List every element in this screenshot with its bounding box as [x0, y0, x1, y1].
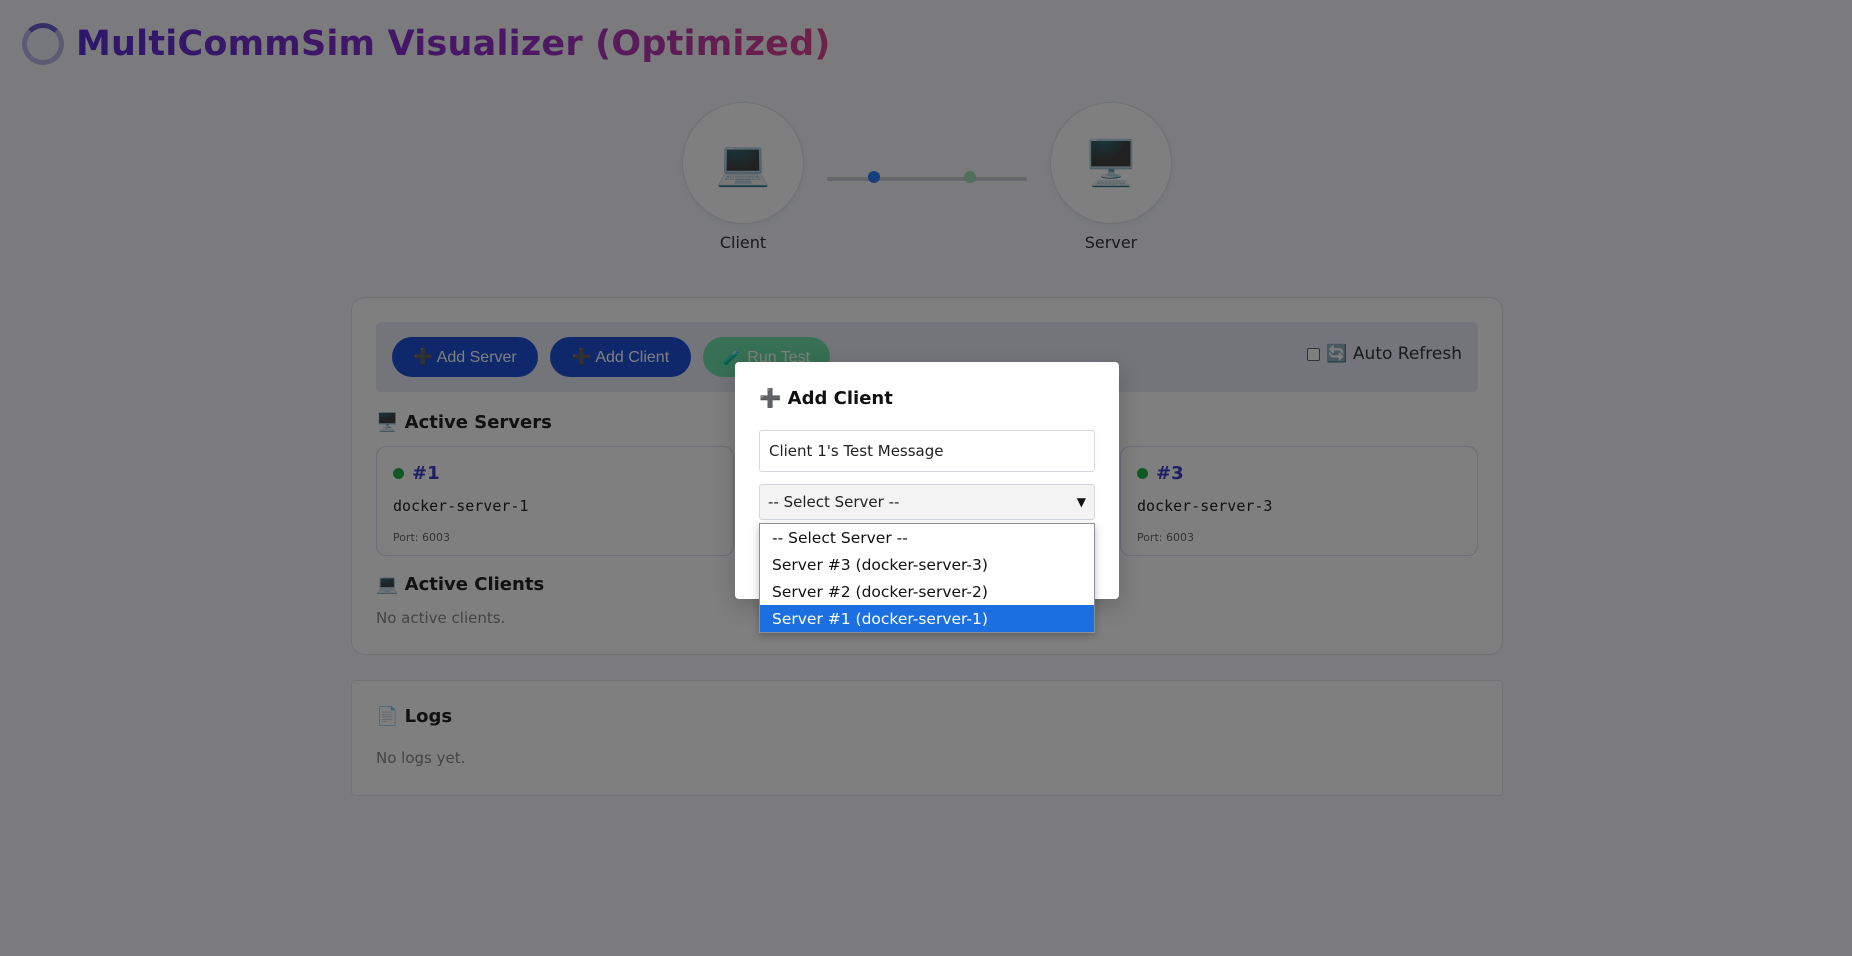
select-option[interactable]: -- Select Server --	[760, 524, 1094, 551]
server-select-options: -- Select Server -- Server #3 (docker-se…	[759, 523, 1095, 633]
server-select-value: -- Select Server --	[768, 493, 900, 511]
select-option-highlighted[interactable]: Server #1 (docker-server-1)	[760, 605, 1094, 632]
client-message-input[interactable]: Client 1's Test Message	[759, 430, 1095, 472]
server-select[interactable]: -- Select Server -- ▼	[759, 484, 1095, 520]
chevron-down-icon: ▼	[1076, 495, 1086, 509]
select-option[interactable]: Server #3 (docker-server-3)	[760, 551, 1094, 578]
modal-title: ➕ Add Client	[759, 388, 893, 409]
page: MultiCommSim Visualizer (Optimized) 💻 🖥️…	[0, 0, 1852, 956]
select-option[interactable]: Server #2 (docker-server-2)	[760, 578, 1094, 605]
